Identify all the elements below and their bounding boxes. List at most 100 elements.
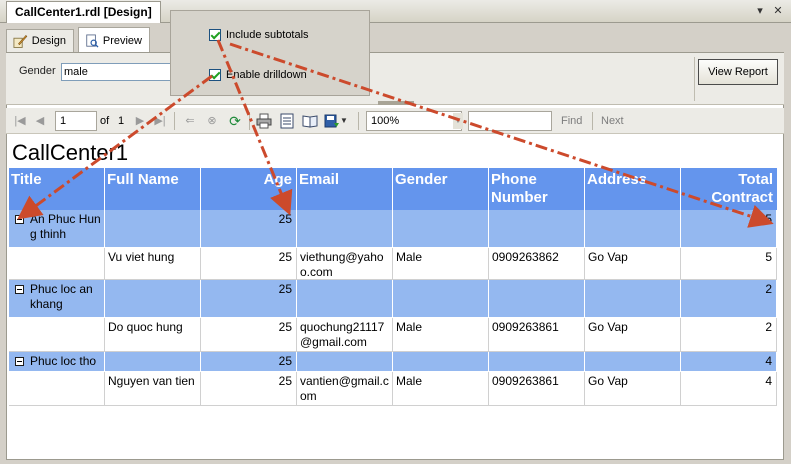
column-header-email: Email bbox=[297, 168, 393, 210]
column-header-total-contract: Total Contract bbox=[681, 168, 777, 210]
next-page-icon[interactable]: ▶ bbox=[132, 113, 148, 129]
export-dropdown-icon[interactable]: ▼ bbox=[340, 113, 348, 129]
group-cell bbox=[105, 280, 201, 318]
gender-label: Gender bbox=[19, 65, 56, 77]
group-total: 2 bbox=[681, 280, 777, 318]
collapse-toggle-icon[interactable] bbox=[15, 285, 24, 294]
column-header-gender: Gender bbox=[393, 168, 489, 210]
group-cell bbox=[297, 352, 393, 372]
group-cell bbox=[489, 280, 585, 318]
prev-page-icon[interactable]: ◀ bbox=[32, 113, 48, 129]
report-table: Title Full Name Age Email Gender Phone N… bbox=[9, 168, 777, 406]
group-title: An Phuc Hung thinh bbox=[30, 212, 101, 241]
detail-address: Go Vap bbox=[585, 372, 681, 406]
zoom-select[interactable] bbox=[366, 111, 462, 131]
detail-row: Nguyen van tien 25 vantien@gmail.com Mal… bbox=[9, 372, 777, 406]
group-cell bbox=[297, 280, 393, 318]
detail-age: 25 bbox=[201, 248, 297, 280]
window-position-icon[interactable]: ▾ bbox=[752, 3, 768, 19]
group-cell bbox=[297, 210, 393, 248]
zoom-dropdown-icon[interactable]: ▼ bbox=[453, 113, 463, 129]
report-toolbar: |◀ ◀ of 1 ▶ ▶| ⇐ ⊗ ⟳ ▼ ▼ Find Next bbox=[6, 108, 784, 134]
group-title-cell: An Phuc Hung thinh bbox=[9, 210, 105, 248]
detail-email: quochung21117@gmail.com bbox=[297, 318, 393, 352]
group-title-cell: Phuc loc tho bbox=[9, 352, 105, 372]
detail-row: Vu viet hung 25 viethung@yahoo.com Male … bbox=[9, 248, 777, 280]
group-cell bbox=[585, 210, 681, 248]
parameter-splitter[interactable] bbox=[378, 101, 414, 105]
group-title: Phuc loc an khang bbox=[30, 282, 93, 311]
collapse-toggle-icon[interactable] bbox=[15, 357, 24, 366]
tab-preview-label: Preview bbox=[102, 34, 142, 47]
export-icon[interactable] bbox=[324, 113, 340, 129]
stop-icon[interactable]: ⊗ bbox=[204, 113, 220, 129]
detail-age: 25 bbox=[201, 318, 297, 352]
group-cell bbox=[393, 280, 489, 318]
page-count: 1 bbox=[118, 115, 125, 127]
detail-phone: 0909263861 bbox=[489, 372, 585, 406]
close-icon[interactable]: ✕ bbox=[770, 3, 786, 19]
detail-full-name: Nguyen van tien bbox=[105, 372, 201, 406]
group-cell bbox=[105, 352, 201, 372]
include-subtotals-option[interactable]: Include subtotals bbox=[209, 29, 309, 41]
document-tab[interactable]: CallCenter1.rdl [Design] bbox=[6, 1, 161, 23]
detail-phone: 0909263861 bbox=[489, 318, 585, 352]
column-header-age: Age bbox=[201, 168, 297, 210]
column-header-full-name: Full Name bbox=[105, 168, 201, 210]
detail-address: Go Vap bbox=[585, 318, 681, 352]
detail-email: viethung@yahoo.com bbox=[297, 248, 393, 280]
last-page-icon[interactable]: ▶| bbox=[152, 113, 168, 129]
detail-total: 2 bbox=[681, 318, 777, 352]
enable-drilldown-checkbox[interactable] bbox=[209, 69, 221, 81]
detail-gender: Male bbox=[393, 248, 489, 280]
collapse-toggle-icon[interactable] bbox=[15, 215, 24, 224]
tab-design[interactable]: Design bbox=[6, 29, 74, 52]
group-total: 4 bbox=[681, 352, 777, 372]
gender-input[interactable] bbox=[61, 63, 175, 81]
report-title: CallCenter1 bbox=[12, 140, 129, 165]
detail-full-name: Do quoc hung bbox=[105, 318, 201, 352]
toolbar-divider bbox=[174, 112, 175, 130]
page-setup-icon[interactable] bbox=[302, 113, 318, 129]
detail-total: 5 bbox=[681, 248, 777, 280]
toolbar-divider bbox=[592, 112, 593, 130]
detail-full-name: Vu viet hung bbox=[105, 248, 201, 280]
detail-title-cell bbox=[9, 318, 105, 352]
detail-title-cell bbox=[9, 248, 105, 280]
tab-preview[interactable]: Preview bbox=[78, 27, 150, 53]
include-subtotals-checkbox[interactable] bbox=[209, 29, 221, 41]
report-options-popup: Include subtotals Enable drilldown bbox=[170, 10, 370, 96]
group-cell bbox=[105, 210, 201, 248]
parameter-area: Gender View Report bbox=[6, 53, 784, 105]
print-icon[interactable] bbox=[256, 113, 272, 129]
group-total: 5 bbox=[681, 210, 777, 248]
next-link[interactable]: Next bbox=[601, 115, 624, 127]
refresh-icon[interactable]: ⟳ bbox=[227, 113, 243, 129]
print-layout-icon[interactable] bbox=[279, 113, 295, 129]
find-link[interactable]: Find bbox=[561, 115, 582, 127]
find-input[interactable] bbox=[468, 111, 552, 131]
enable-drilldown-option[interactable]: Enable drilldown bbox=[209, 69, 307, 81]
group-cell bbox=[489, 210, 585, 248]
group-cell bbox=[393, 210, 489, 248]
group-row: Phuc loc tho 25 4 bbox=[9, 352, 777, 372]
preview-icon bbox=[86, 33, 99, 48]
toolbar-divider bbox=[249, 112, 250, 130]
column-header-address: Address bbox=[585, 168, 681, 210]
document-titlebar: CallCenter1.rdl [Design] ▾ ✕ bbox=[0, 0, 791, 23]
tab-design-label: Design bbox=[31, 35, 66, 47]
first-page-icon[interactable]: |◀ bbox=[12, 113, 28, 129]
group-cell bbox=[489, 352, 585, 372]
view-report-button[interactable]: View Report bbox=[698, 59, 778, 85]
parameter-divider bbox=[694, 57, 695, 101]
include-subtotals-label: Include subtotals bbox=[226, 29, 309, 41]
page-number-input[interactable] bbox=[55, 111, 97, 131]
back-icon[interactable]: ⇐ bbox=[182, 113, 198, 129]
group-title: Phuc loc tho bbox=[30, 354, 97, 368]
detail-gender: Male bbox=[393, 318, 489, 352]
page-of-label: of bbox=[100, 115, 110, 127]
detail-age: 25 bbox=[201, 372, 297, 406]
design-icon bbox=[13, 34, 28, 48]
detail-email: vantien@gmail.com bbox=[297, 372, 393, 406]
group-row: An Phuc Hung thinh 25 5 bbox=[9, 210, 777, 248]
